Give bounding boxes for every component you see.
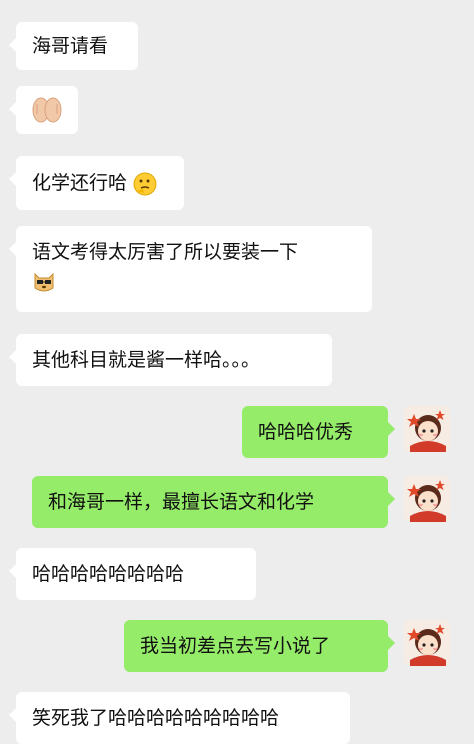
message-bubble[interactable] bbox=[9, 86, 78, 134]
avatar[interactable] bbox=[404, 406, 450, 452]
message-text: 我当初差点去写小说了 bbox=[140, 635, 331, 657]
avatar[interactable] bbox=[404, 476, 450, 522]
message-text: 化学还行哈 bbox=[32, 172, 128, 194]
message-text: 哈哈哈优秀 bbox=[258, 421, 354, 443]
girl-avatar-icon bbox=[404, 476, 450, 522]
girl-avatar-icon bbox=[404, 406, 450, 452]
message-bubble[interactable]: 哈哈哈哈哈哈哈哈 bbox=[9, 548, 256, 600]
message-text: 哈哈哈哈哈哈哈哈 bbox=[32, 563, 185, 585]
message-text: 海哥请看 bbox=[32, 35, 109, 57]
message-text: 语文考得太厉害了所以要装一下 bbox=[32, 241, 299, 263]
girl-avatar-icon bbox=[404, 620, 450, 666]
message-bubble[interactable]: 和海哥一样，最擅长语文和化学 bbox=[32, 476, 395, 528]
avatar[interactable] bbox=[404, 620, 450, 666]
cool-doge-icon bbox=[34, 272, 54, 292]
message-bubble[interactable]: 海哥请看 bbox=[9, 22, 138, 70]
message-text: 笑死我了哈哈哈哈哈哈哈哈哈 bbox=[32, 707, 280, 729]
message-bubble[interactable]: 化学还行哈 bbox=[9, 156, 184, 210]
message-bubble[interactable]: 其他科目就是酱一样哈。。。 bbox=[9, 334, 332, 386]
message-bubble[interactable]: 笑死我了哈哈哈哈哈哈哈哈哈 bbox=[9, 692, 350, 744]
hands-icon bbox=[32, 97, 62, 123]
message-text: 其他科目就是酱一样哈。。。 bbox=[32, 349, 261, 371]
message-bubble[interactable]: 语文考得太厉害了所以要装一下 bbox=[9, 226, 372, 312]
message-text: 和海哥一样，最擅长语文和化学 bbox=[48, 491, 315, 513]
thinking-face-icon bbox=[133, 172, 157, 195]
message-bubble[interactable]: 哈哈哈优秀 bbox=[242, 406, 395, 458]
message-bubble[interactable]: 我当初差点去写小说了 bbox=[124, 620, 395, 672]
